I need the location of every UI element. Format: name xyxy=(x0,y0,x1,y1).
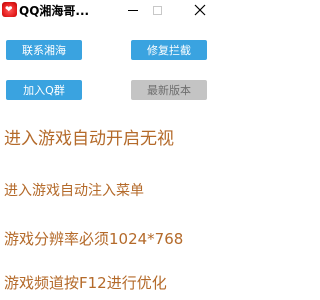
maximize-icon xyxy=(152,5,162,15)
contact-button[interactable]: 联系湘海 xyxy=(6,40,82,60)
note-auto-inject: 进入游戏自动注入菜单 xyxy=(4,183,144,199)
note-f12-optimize: 游戏频道按F12进行优化 xyxy=(4,274,167,292)
close-icon xyxy=(194,4,206,16)
repair-block-button[interactable]: 修复拦截 xyxy=(131,40,207,60)
title-bar: ❤ QQ湘海哥... xyxy=(0,0,222,20)
join-group-button[interactable]: 加入Q群 xyxy=(6,80,82,100)
close-button[interactable] xyxy=(187,0,213,20)
note-resolution: 游戏分辨率必须1024*768 xyxy=(4,230,184,248)
maximize-button[interactable] xyxy=(144,0,170,20)
latest-version-button[interactable]: 最新版本 xyxy=(131,80,207,100)
heart-logo-icon: ❤ xyxy=(2,2,17,17)
note-auto-enable: 进入游戏自动开启无视 xyxy=(4,129,174,149)
window-title: QQ湘海哥... xyxy=(19,4,90,18)
minimize-button[interactable] xyxy=(120,0,146,20)
minimize-icon xyxy=(128,9,138,11)
